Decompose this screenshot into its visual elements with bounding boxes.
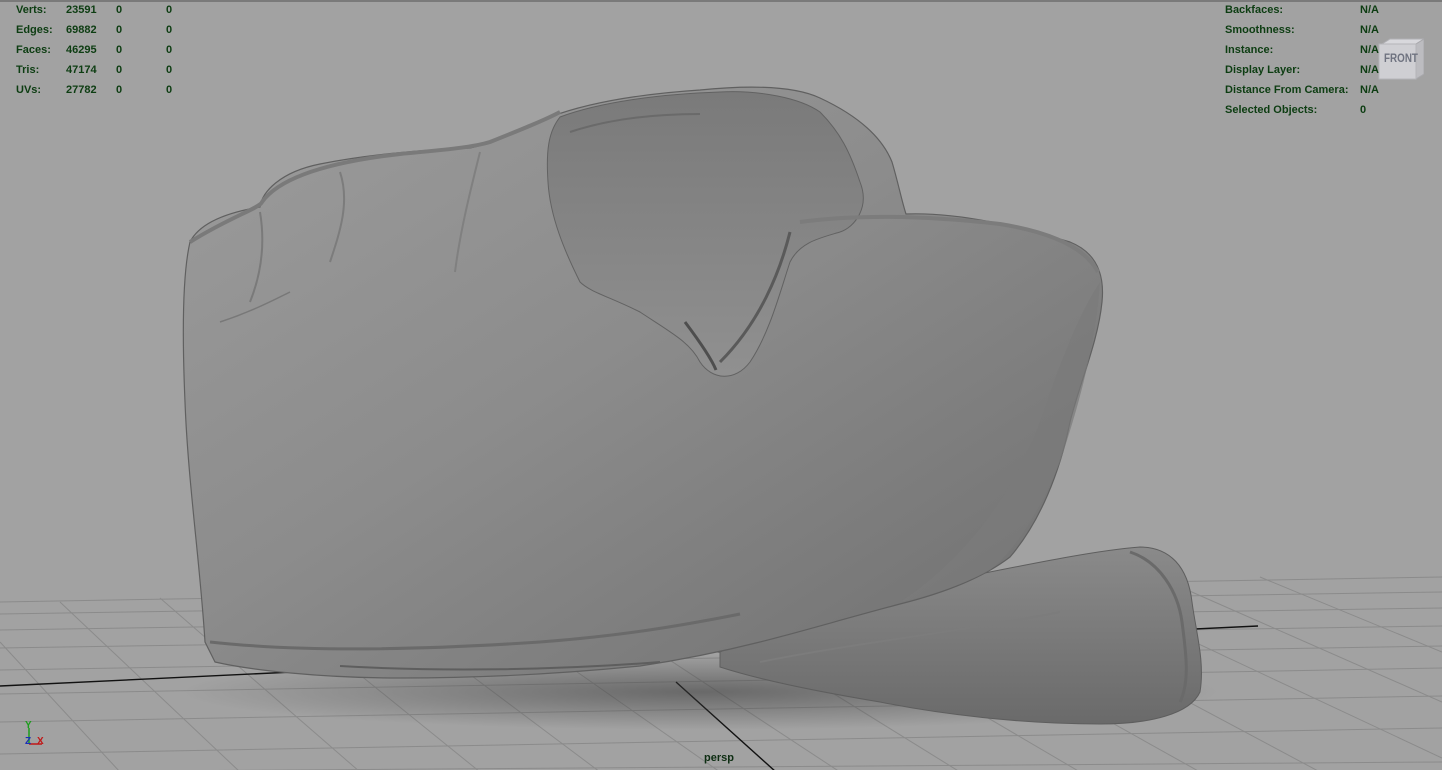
hud-value: 23591 (66, 4, 97, 16)
hud-value: 0 (116, 24, 123, 36)
hud-label: Backfaces: (1225, 4, 1284, 16)
hud-value: 47174 (66, 64, 97, 76)
hud-value: 0 (116, 44, 123, 56)
hud-label: Smoothness: (1225, 24, 1295, 36)
hud-value: 0 (116, 64, 123, 76)
hud-row-backfaces: Backfaces: N/A (1225, 2, 1435, 20)
hud-value: 0 (166, 84, 173, 96)
axis-y-label: Y (25, 720, 32, 731)
hud-value: N/A (1360, 4, 1379, 16)
hud-value: 0 (166, 24, 173, 36)
axis-gizmo-icon: Y Z X (22, 718, 52, 752)
hud-label: Selected Objects: (1225, 104, 1318, 116)
hud-label: Distance From Camera: (1225, 84, 1349, 96)
hud-value: 69882 (66, 24, 97, 36)
hud-label: Edges: (16, 24, 53, 36)
hud-value: 0 (166, 64, 173, 76)
hud-value: 0 (166, 4, 173, 16)
hud-value: 27782 (66, 84, 97, 96)
perspective-viewport[interactable]: Verts: 23591 0 0 Edges: 69882 0 0 Faces:… (0, 0, 1442, 770)
hud-value: 0 (116, 84, 123, 96)
hud-value: N/A (1360, 84, 1379, 96)
hud-row-smoothness: Smoothness: N/A (1225, 20, 1435, 40)
hud-value: 0 (1360, 104, 1367, 116)
hud-value: N/A (1360, 64, 1379, 76)
view-cube-icon[interactable]: FRONT (1378, 38, 1426, 80)
hud-label: Instance: (1225, 44, 1274, 56)
hud-label: Tris: (16, 64, 40, 76)
hud-row-uvs: UVs: 27782 0 0 (16, 80, 216, 100)
hud-label: UVs: (16, 84, 42, 96)
axis-z-label: Z (25, 736, 31, 747)
hud-value: 46295 (66, 44, 97, 56)
hud-row-edges: Edges: 69882 0 0 (16, 20, 216, 40)
hud-row-selected-objects: Selected Objects: 0 (1225, 100, 1435, 120)
hud-row-verts: Verts: 23591 0 0 (16, 2, 216, 20)
hud-label: Verts: (16, 4, 47, 16)
hud-label: Display Layer: (1225, 64, 1301, 76)
hud-row-faces: Faces: 46295 0 0 (16, 40, 216, 60)
view-cube-face-label[interactable]: FRONT (1382, 51, 1420, 65)
hud-value: 0 (166, 44, 173, 56)
poly-count-hud: Verts: 23591 0 0 Edges: 69882 0 0 Faces:… (16, 2, 216, 100)
camera-name-label: persp (704, 752, 734, 764)
hud-value: N/A (1360, 44, 1379, 56)
hud-label: Faces: (16, 44, 51, 56)
hud-row-tris: Tris: 47174 0 0 (16, 60, 216, 80)
hud-row-distance: Distance From Camera: N/A (1225, 80, 1435, 100)
axis-x-label: X (37, 736, 44, 747)
hud-value: N/A (1360, 24, 1379, 36)
hud-value: 0 (116, 4, 123, 16)
